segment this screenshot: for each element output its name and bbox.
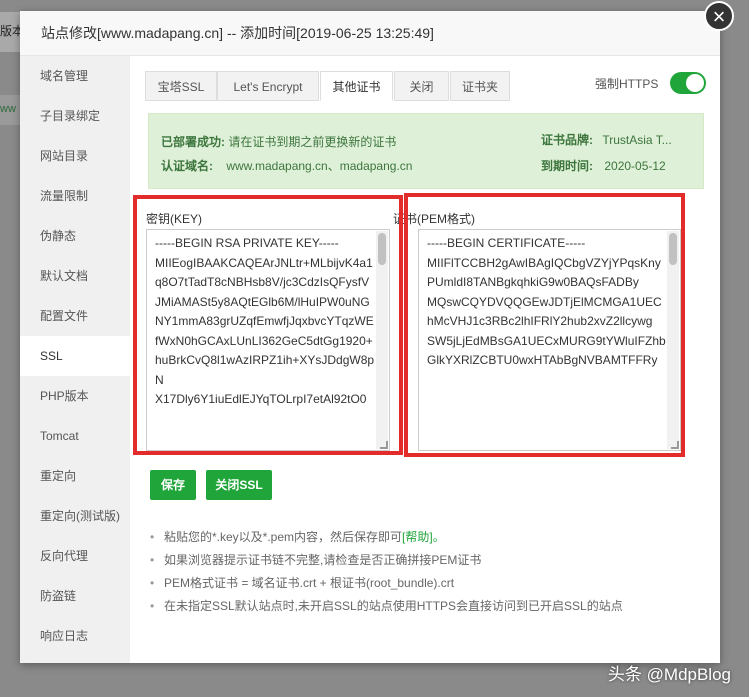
- sidebar-item-subdir[interactable]: 子目录绑定: [20, 96, 130, 136]
- close-ssl-button[interactable]: 关闭SSL: [206, 470, 272, 500]
- domain-label: 认证域名:: [161, 159, 213, 173]
- dialog-title: 站点修改[www.madapang.cn] -- 添加时间[2019-06-25…: [20, 11, 720, 56]
- watermark: 头条 @MdpBlog: [607, 665, 731, 684]
- sidebar-item-ssl[interactable]: SSL: [20, 336, 130, 376]
- force-https-toggle[interactable]: [670, 72, 706, 94]
- cert-status-box: 已部署成功: 请在证书到期之前更换新的证书 证书品牌: TrustAsia T.…: [148, 113, 704, 189]
- tab-lets-encrypt[interactable]: Let's Encrypt: [217, 71, 319, 101]
- sidebar-item-redirect[interactable]: 重定向: [20, 456, 130, 496]
- toggle-knob: [686, 74, 704, 92]
- save-button[interactable]: 保存: [150, 470, 196, 500]
- key-highlight-box: [133, 195, 403, 455]
- sidebar-item-site-dir[interactable]: 网站目录: [20, 136, 130, 176]
- sidebar-item-default-doc[interactable]: 默认文档: [20, 256, 130, 296]
- expire-value: 2020-05-12: [604, 159, 666, 173]
- note-pem-format: PEM格式证书 = 域名证书.crt + 根证书(root_bundle).cr…: [150, 572, 710, 595]
- cert-highlight-box: [404, 193, 685, 457]
- note-default-site: 在未指定SSL默认站点时,未开启SSL的站点使用HTTPS会直接访问到已开启SS…: [150, 595, 710, 618]
- sidebar: 域名管理 子目录绑定 网站目录 流量限制 伪静态 默认文档 配置文件 SSL P…: [20, 56, 130, 663]
- help-link[interactable]: [帮助]。: [402, 530, 445, 544]
- sidebar-item-reverse-proxy[interactable]: 反向代理: [20, 536, 130, 576]
- sidebar-item-redirect-beta[interactable]: 重定向(测试版): [20, 496, 130, 536]
- tab-baota-ssl[interactable]: 宝塔SSL: [145, 71, 217, 101]
- tab-cert-folder[interactable]: 证书夹: [450, 71, 510, 101]
- background-link-fragment: ww: [0, 95, 20, 125]
- note-chain: 如果浏览器提示证书链不完整,请检查是否正确拼接PEM证书: [150, 549, 710, 572]
- deployed-label: 已部署成功:: [161, 135, 225, 149]
- deployed-message: 请在证书到期之前更换新的证书: [228, 135, 397, 149]
- sidebar-item-logs[interactable]: 响应日志: [20, 616, 130, 656]
- sidebar-item-php[interactable]: PHP版本: [20, 376, 130, 416]
- sidebar-item-traffic[interactable]: 流量限制: [20, 176, 130, 216]
- brand-value: TrustAsia T...: [602, 133, 672, 147]
- sidebar-item-config[interactable]: 配置文件: [20, 296, 130, 336]
- force-https-label: 强制HTTPS: [595, 77, 659, 91]
- tab-other-cert[interactable]: 其他证书: [320, 71, 393, 101]
- sidebar-item-tomcat[interactable]: Tomcat: [20, 416, 130, 456]
- tab-close[interactable]: 关闭: [394, 71, 449, 101]
- domain-value: www.madapang.cn、madapang.cn: [226, 159, 413, 173]
- note-paste: 粘贴您的*.key以及*.pem内容，然后保存即可[帮助]。: [150, 526, 710, 549]
- background-tab-fragment: 版本: [0, 12, 20, 52]
- close-icon[interactable]: ×: [704, 1, 734, 31]
- help-notes: 粘贴您的*.key以及*.pem内容，然后保存即可[帮助]。 如果浏览器提示证书…: [150, 526, 710, 618]
- brand-label: 证书品牌:: [541, 133, 593, 147]
- sidebar-item-rewrite[interactable]: 伪静态: [20, 216, 130, 256]
- expire-label: 到期时间:: [541, 159, 593, 173]
- sidebar-item-domain[interactable]: 域名管理: [20, 56, 130, 96]
- sidebar-item-hotlink[interactable]: 防盗链: [20, 576, 130, 616]
